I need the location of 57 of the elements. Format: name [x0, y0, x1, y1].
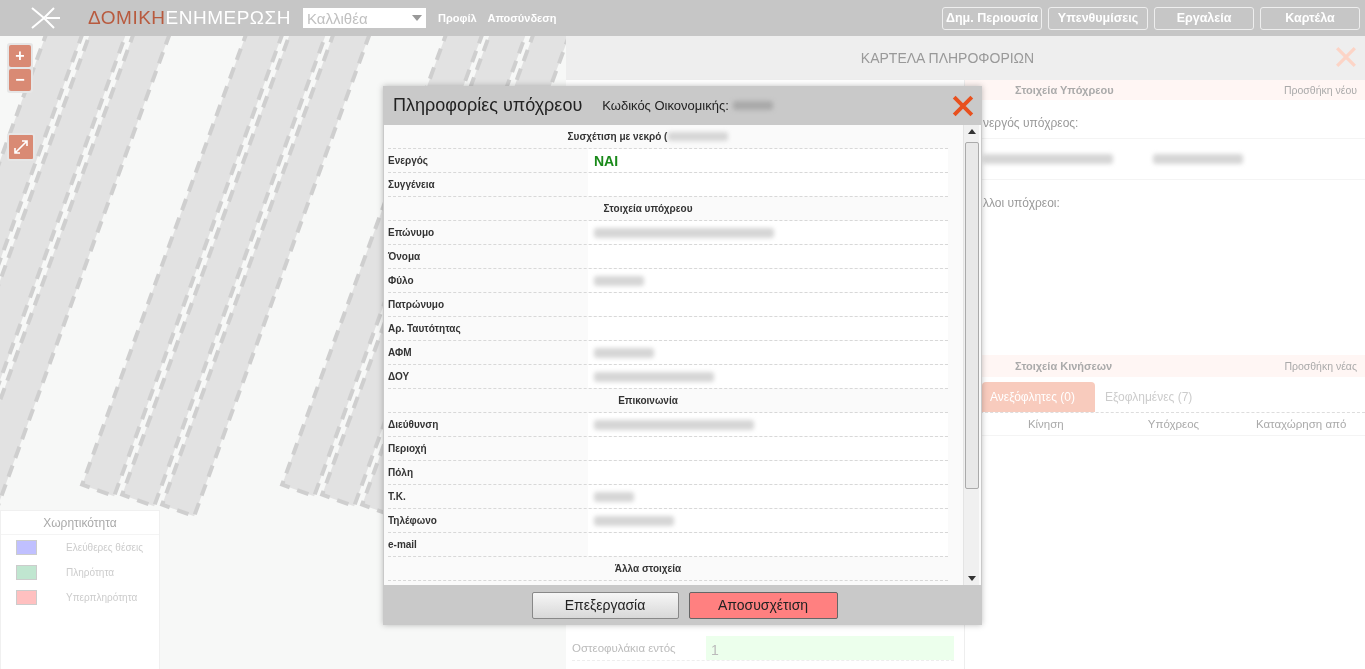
field-label: Αρ. Ταυτότητας — [388, 322, 462, 336]
field-label: ΑΦΜ — [388, 346, 413, 360]
column-header: Κίνηση — [1026, 418, 1065, 430]
field-label: Τ.Κ. — [388, 490, 407, 504]
panel-title: ΚΑΡΤΕΛΑ ΠΛΗΡΟΦΟΡΙΩΝ — [860, 50, 1035, 66]
scroll-down-icon[interactable] — [967, 576, 976, 581]
field-label: Περιοχή — [388, 442, 428, 456]
active-obligor-label: νεργός υπόχρεος: — [983, 116, 1079, 130]
field-label: Όνομα — [388, 250, 422, 264]
dialog-title: Πληροφορίες υπόχρεου — [393, 95, 583, 116]
column-header: Υπόχρεος — [1146, 418, 1201, 430]
field-label: Φύλο — [388, 274, 415, 288]
scrollbar[interactable] — [963, 125, 979, 585]
dialog-button[interactable]: Αποσυσχέτιση — [688, 591, 838, 619]
field-label: Πατρώνυμο — [388, 298, 446, 312]
stat-label: Οστεοφυλάκια εντός — [572, 641, 677, 656]
column-header: Καταχώρηση από — [1254, 418, 1348, 430]
nav-button[interactable]: Δημ. Περιουσία — [942, 6, 1042, 30]
caret-icon — [412, 15, 423, 21]
nav-button[interactable]: Υπενθυμίσεις — [1048, 6, 1148, 30]
add-link[interactable]: Προσθήκη νέας — [1284, 360, 1357, 372]
code-label: Κωδικός Οικονομικής: — [602, 98, 729, 113]
dialog-button[interactable]: Επεξεργασία — [531, 591, 679, 619]
zoom-button[interactable]: + — [9, 45, 31, 67]
section-heading: Άλλα στοιχεία — [614, 563, 682, 574]
redacted-value — [732, 101, 773, 110]
field-label: Τηλέφωνο — [388, 514, 438, 528]
add-link[interactable]: Προσθήκη νέου — [1283, 84, 1357, 96]
fullscreen-button[interactable] — [7, 133, 35, 161]
nav-button[interactable]: Καρτέλα — [1260, 6, 1360, 30]
section-title: Στοιχεία Υπόχρεου — [1015, 84, 1114, 96]
logo-icon — [30, 6, 62, 30]
section-heading: Επικοινωνία — [618, 395, 678, 406]
zoom-button[interactable]: − — [9, 69, 31, 91]
field-label: Πόλη — [388, 466, 414, 480]
field-label: Συγγένεια — [388, 178, 436, 192]
header-link[interactable]: Προφίλ — [438, 12, 477, 24]
field-label: e-mail — [388, 538, 418, 552]
field-label: ΔΟΥ — [388, 370, 411, 384]
close-icon[interactable] — [952, 94, 974, 117]
field-label: Επώνυμο — [388, 226, 436, 240]
field-label: Ενεργός — [388, 154, 430, 168]
brand-name: ΔΟΜΙΚΗΕΝΗΜΕΡΩΣΗ — [88, 7, 292, 29]
tab[interactable]: Ανεξόφλητες (0) — [982, 382, 1095, 412]
section-title: Στοιχεία Κινήσεων — [1015, 360, 1113, 372]
expand-icon — [13, 139, 29, 155]
section-heading: Συσχέτιση με νεκρό ( — [567, 131, 668, 142]
field-label: Διεύθυνση — [388, 418, 440, 432]
field-value: ΝΑΙ — [594, 152, 619, 169]
legend-title: Χωρητικότητα — [1, 511, 159, 535]
nav-button[interactable]: Εργαλεία — [1154, 6, 1254, 30]
municipality-select[interactable]: Καλλιθέα — [303, 8, 427, 28]
section-heading: Στοιχεία υπόχρεου — [603, 203, 693, 214]
stat-value: 1 — [706, 636, 954, 660]
header-link[interactable]: Αποσύνδεση — [487, 12, 557, 24]
other-obligors-label: λλοι υπόχρεοι: — [983, 196, 1060, 210]
scroll-up-icon[interactable] — [967, 129, 976, 134]
